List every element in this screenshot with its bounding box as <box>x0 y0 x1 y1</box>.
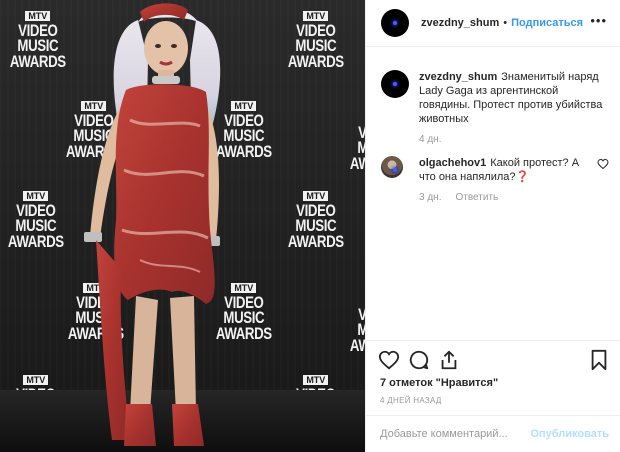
caption-username[interactable]: zvezdny_shum <box>419 71 497 83</box>
post-photo[interactable]: MTV VIDEO MUSIC AWARDS MTV VIDEO MUSIC A… <box>0 0 365 452</box>
comment-input[interactable] <box>380 428 530 440</box>
header-separator: • <box>503 17 508 29</box>
add-comment-bar: Опубликовать <box>366 415 620 452</box>
comment-meta: 3 дн. Ответить <box>419 192 609 203</box>
post-comment-button[interactable]: Опубликовать <box>530 428 609 440</box>
post-timestamp[interactable]: 4 ДНЕЙ НАЗАД <box>380 396 442 405</box>
bookmark-icon[interactable] <box>588 349 610 371</box>
reply-button[interactable]: Ответить <box>455 192 498 203</box>
comment-icon[interactable] <box>408 349 430 371</box>
author-avatar[interactable] <box>381 70 409 98</box>
share-icon[interactable] <box>438 349 460 371</box>
commenter-avatar[interactable] <box>381 156 403 178</box>
comment-text-block: olgachehov1 Какой протест? А что она напя… <box>419 156 609 184</box>
comment-like-icon[interactable] <box>597 158 609 170</box>
comment-username[interactable]: olgachehov1 <box>419 157 486 169</box>
post-actions: 7 отметок "Нравится" 4 ДНЕЙ НАЗАД <box>366 340 620 415</box>
post-sidebar: zvezdny_shum • Подписаться ••• zvezdny_s… <box>365 0 620 452</box>
author-avatar[interactable] <box>381 9 409 37</box>
comment-time[interactable]: 3 дн. <box>419 192 441 203</box>
heart-icon[interactable] <box>378 349 400 371</box>
caption-time[interactable]: 4 дн. <box>419 134 441 145</box>
author-username[interactable]: zvezdny_shum <box>421 17 499 29</box>
likes-count[interactable]: 7 отметок "Нравится" <box>380 377 498 389</box>
more-options-icon[interactable]: ••• <box>590 14 607 27</box>
action-icons-row <box>378 349 611 373</box>
celebrity-figure <box>84 3 221 446</box>
follow-button[interactable]: Подписаться <box>511 17 583 29</box>
caption-text-block: zvezdny_shum Знаменитый наряд Lady Gaga и… <box>419 70 609 126</box>
caption-meta: 4 дн. <box>419 134 609 145</box>
comments-list[interactable]: zvezdny_shum Знаменитый наряд Lady Gaga и… <box>366 48 620 340</box>
post-header: zvezdny_shum • Подписаться ••• <box>366 0 620 47</box>
caption-item: zvezdny_shum Знаменитый наряд Lady Gaga и… <box>381 70 609 145</box>
comment-item: olgachehov1 Какой протест? А что она напя… <box>381 156 609 203</box>
